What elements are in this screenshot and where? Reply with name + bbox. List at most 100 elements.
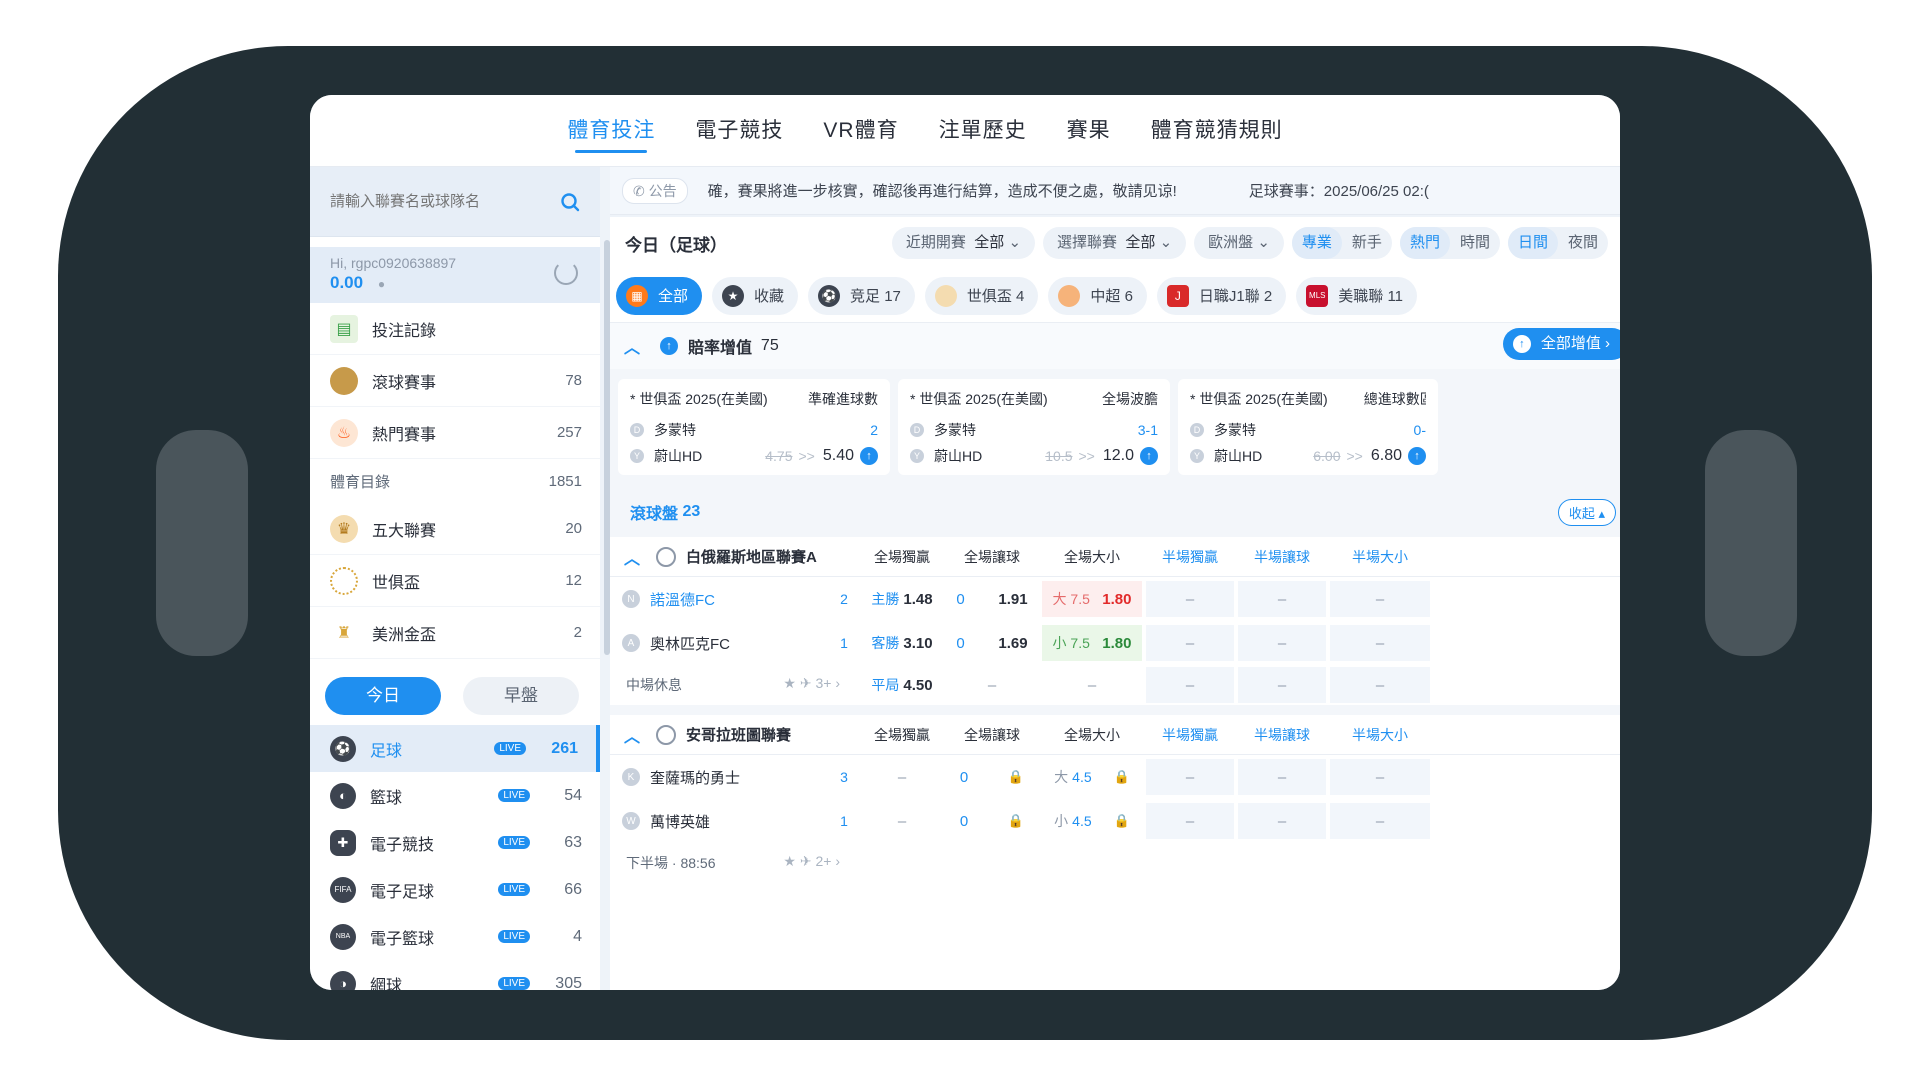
mode-toggle: 專業 新手 — [1291, 227, 1392, 259]
odds-cell[interactable]: 0 1.91 — [946, 581, 1038, 617]
early-button[interactable]: 早盤 — [463, 677, 579, 715]
chip-j1[interactable]: J 日職J1聯 2 — [1156, 276, 1287, 315]
team-name[interactable]: 奎薩瑪的勇士 — [650, 767, 832, 788]
odds-cell-empty[interactable]: – — [1238, 625, 1326, 661]
odds-cell-empty[interactable]: – — [1330, 803, 1430, 839]
league-header[interactable]: ︿ 白俄羅斯地區聯賽A 全場獨贏 全場讓球 全場大小 半場獨贏 半場讓球 半場大小 — [610, 537, 1620, 577]
odds-cell-empty[interactable]: – — [1146, 581, 1234, 617]
menu-league-top5[interactable]: ♛ 五大聯賽 20 — [310, 503, 600, 555]
menu-league-gold-cup[interactable]: ♜ 美洲金盃 2 — [310, 607, 600, 659]
theme-night[interactable]: 夜間 — [1558, 227, 1608, 259]
odds-cell-empty[interactable]: – — [1146, 667, 1234, 703]
boost-card[interactable]: * 世俱盃 2025(在美國) 全場波膽 D 多蒙特 3-1 Y 蔚山HD 10.5 >> 1… — [898, 379, 1170, 475]
odds-cell-empty[interactable]: – — [1238, 581, 1326, 617]
chip-jingzu[interactable]: ⚽ 竞足 17 — [808, 276, 915, 315]
chevron-up-icon[interactable]: ︿ — [624, 545, 640, 569]
recent-filter[interactable]: 近期開賽 全部 ⌄ — [891, 227, 1036, 259]
chip-favorites[interactable]: ★ 收藏 — [712, 276, 799, 315]
notice-match: 足球賽事：2025/06/25 02:( — [1248, 183, 1429, 200]
trophy-icon: ♛ — [330, 514, 358, 543]
sport-tennis[interactable]: ◑ 網球 LIVE 305 — [310, 960, 600, 990]
all-boost-label: 全部增值 — [1540, 335, 1601, 352]
odds-cell[interactable]: 大 7.5 1.80 — [1042, 581, 1142, 617]
menu-count: 20 — [565, 520, 582, 537]
live-header[interactable]: 滾球盤 23 收起 ▴ — [610, 487, 1620, 537]
league-header[interactable]: ︿ 安哥拉班圖聯賽 全場獨贏 全場讓球 全場大小 半場獨贏 半場讓球 半場大小 — [610, 715, 1620, 755]
odds-value: 1.91 — [998, 590, 1028, 608]
odds-cell-empty[interactable]: – — [1330, 625, 1430, 661]
team-name[interactable]: 諾溫德FC — [650, 589, 832, 610]
collapse-button[interactable]: 收起 ▴ — [1557, 499, 1616, 526]
sport-e-football[interactable]: FIFA 電子足球 LIVE 66 — [310, 866, 600, 913]
odds-cell-empty: – — [1087, 676, 1097, 694]
odds-cell-empty[interactable]: – — [1238, 759, 1326, 795]
odds-cell-empty[interactable]: – — [1330, 581, 1430, 617]
tab-esports[interactable]: 電子競技 — [695, 95, 783, 167]
eye-icon[interactable]: ● — [378, 277, 385, 291]
card-pick: 2 — [870, 422, 878, 438]
mode-pro[interactable]: 專業 — [1291, 227, 1342, 259]
sport-count: 66 — [564, 880, 582, 898]
odds-cell-empty[interactable]: – — [1238, 667, 1326, 703]
search-input[interactable] — [330, 193, 550, 210]
refresh-icon[interactable] — [554, 261, 578, 285]
tab-rules[interactable]: 體育競猜規則 — [1151, 95, 1283, 167]
sport-esports[interactable]: ✚ 電子競技 LIVE 63 — [310, 819, 600, 866]
odds-cell-empty[interactable]: – — [1330, 667, 1430, 703]
odds-cell[interactable]: 客勝 3.10 — [862, 625, 942, 661]
odds-cell[interactable]: 0 1.69 — [946, 625, 1038, 661]
boost-header[interactable]: ︿ ↑ 賠率增值 75 — [610, 323, 1620, 369]
odds-cell-empty[interactable]: – — [1330, 759, 1430, 795]
odds-key: 小 — [1054, 813, 1069, 829]
chevron-up-icon[interactable]: ︿ — [624, 723, 640, 747]
col-ft-1x2: 全場獨贏 — [874, 548, 930, 565]
chip-mls[interactable]: MLS 美職聯 11 — [1296, 276, 1418, 315]
sport-football[interactable]: ⚽ 足球 LIVE 261 — [310, 725, 600, 772]
odds-value: 3.10 — [903, 634, 933, 652]
tab-sports-betting[interactable]: 體育投注 — [567, 95, 655, 167]
odds-type-select[interactable]: 歐洲盤 ⌄ — [1194, 227, 1284, 259]
chevron-up-icon[interactable]: ︿ — [624, 334, 640, 358]
menu-catalog[interactable]: 體育目錄 1851 — [310, 459, 600, 503]
odds-cell-empty[interactable]: – — [1146, 625, 1234, 661]
mode-newbie[interactable]: 新手 — [1342, 227, 1392, 259]
odds-cell[interactable]: 平局 4.50 — [862, 667, 942, 703]
odds-cell-empty[interactable]: – — [1146, 803, 1234, 839]
menu-bet-record[interactable]: ▤ 投注記錄 — [310, 303, 600, 355]
chip-club-wc[interactable]: 世俱盃 4 — [924, 276, 1039, 315]
main-panel: 今日（足球） 近期開賽 全部 ⌄ 選擇聯賽 全部 ⌄ 歐洲盤 ⌄ 專業 新手 熱門… — [610, 217, 1620, 990]
menu-hot-events[interactable]: ♨ 熱門賽事 257 — [310, 407, 600, 459]
odds-cell[interactable]: 小 7.5 1.80 — [1042, 625, 1142, 661]
theme-day[interactable]: 日間 — [1507, 227, 1558, 259]
league-filter[interactable]: 選擇聯賽 全部 ⌄ — [1043, 227, 1187, 259]
menu-live-events[interactable]: 滾球賽事 78 — [310, 355, 600, 407]
sort-hot[interactable]: 熱門 — [1399, 227, 1450, 259]
team-name[interactable]: 奧林匹克FC — [650, 633, 832, 654]
odds-value: 4.50 — [903, 676, 933, 694]
sport-e-basketball[interactable]: NBA 電子籃球 LIVE 4 — [310, 913, 600, 960]
tab-bet-history[interactable]: 注單歷史 — [939, 95, 1027, 167]
boost-card[interactable]: * 世俱盃 2025(在美國) 準確進球數 D 多蒙特 2 Y 蔚山HD 4.75 >> 5.… — [618, 379, 890, 475]
today-button[interactable]: 今日 — [325, 677, 441, 715]
tab-results[interactable]: 賽果 — [1067, 95, 1111, 167]
sort-time[interactable]: 時間 — [1450, 227, 1500, 259]
odds-cell-empty[interactable]: – — [1238, 803, 1326, 839]
all-boost-button[interactable]: ↑ 全部增值 › — [1502, 328, 1620, 360]
search-icon[interactable] — [560, 192, 580, 212]
handicap-line: 0 — [956, 590, 965, 608]
tab-vr-sports[interactable]: VR體育 — [823, 95, 898, 167]
cup-icon — [934, 284, 957, 307]
team-name[interactable]: 萬博英雄 — [650, 811, 832, 832]
more-markets[interactable]: ★ ✈ 3+ › — [783, 675, 840, 695]
boost-card[interactable]: * 世俱盃 2025(在美國) 總進球數區間 D 多蒙特 0- Y 蔚山HD 6.00 >>… — [1178, 379, 1438, 475]
league-name: 安哥拉班圖聯賽 — [686, 727, 792, 744]
chip-all[interactable]: ▦ 全部 — [616, 276, 703, 315]
menu-league-club-wc[interactable]: 世俱盃 12 — [310, 555, 600, 607]
live-badge: LIVE — [498, 836, 530, 849]
sport-basketball[interactable]: ◐ 籃球 LIVE 54 — [310, 772, 600, 819]
chip-csl[interactable]: 中超 6 — [1048, 276, 1147, 315]
odds-cell[interactable]: 主勝 1.48 — [862, 581, 942, 617]
odds-cell-empty[interactable]: – — [1146, 759, 1234, 795]
card-pick: 3-1 — [1137, 422, 1158, 438]
more-markets[interactable]: ★ ✈ 2+ › — [783, 853, 840, 873]
